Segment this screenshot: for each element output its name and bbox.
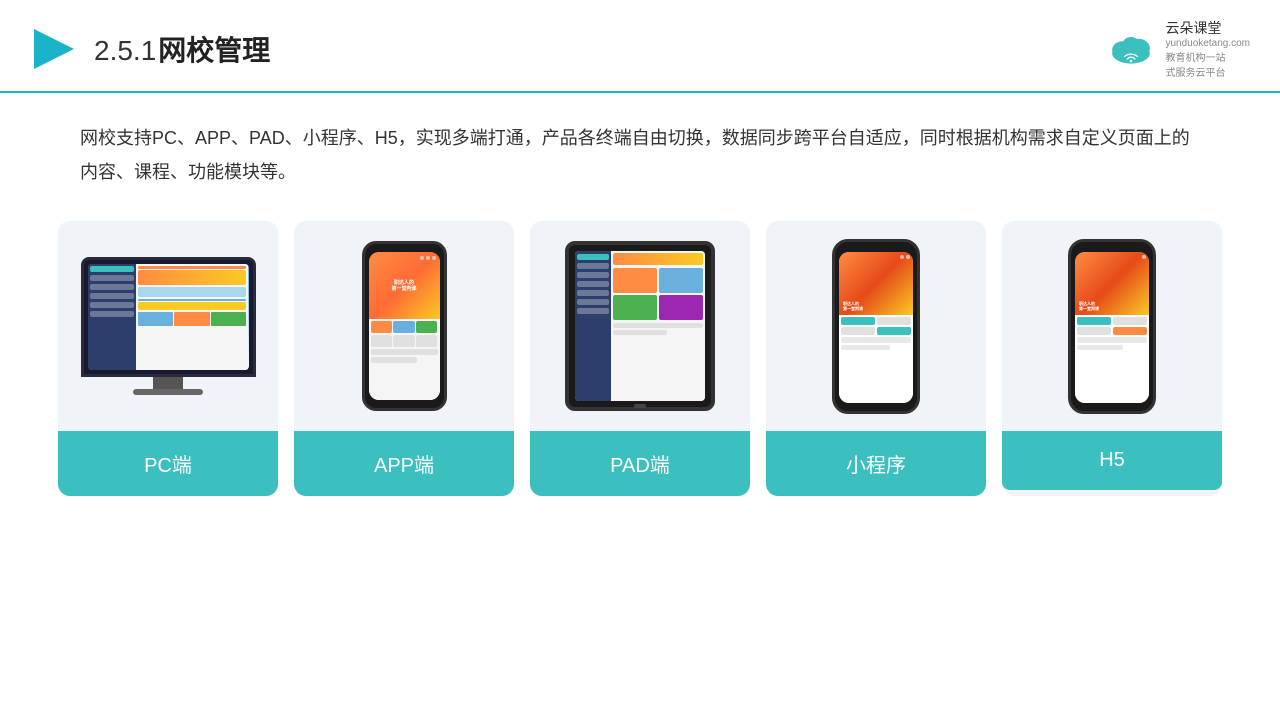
card-h5: 职达人的第一堂判课 [1002,221,1222,496]
header-left: 2.5.1网校管理 [30,25,270,73]
card-h5-image: 职达人的第一堂判课 [1002,221,1222,431]
phone-screen: 职达人的第一堂判课 [369,252,440,400]
app-phone-mockup: 职达人的第一堂判课 [362,241,447,411]
miniapp-notch [861,244,891,249]
monitor-screen-outer [81,257,256,377]
page-header: 2.5.1网校管理 云朵课堂 yunduoketang.com 教育机构一站 式… [0,0,1280,93]
tablet-card-4 [659,295,703,320]
miniapp-header-img: 职达人的第一堂判课 [839,252,913,315]
tablet-card-3 [613,295,657,320]
miniapp-phone-mockup: 职达人的第一堂判课 [832,239,920,414]
card-app-image: 职达人的第一堂判课 [294,221,514,431]
logo-text-block: 云朵课堂 yunduoketang.com 教育机构一站 式服务云平台 [1165,18,1250,79]
h5-header-img: 职达人的第一堂判课 [1075,252,1149,315]
h5-phone-mockup: 职达人的第一堂判课 [1068,239,1156,414]
tablet-card-2 [659,268,703,293]
tablet-mockup [565,241,715,411]
logo-tagline: 教育机构一站 式服务云平台 [1165,49,1250,79]
tablet-main-content [611,251,705,401]
cards-container: PC端 职达人的第一堂判课 [50,221,1230,496]
page-title: 2.5.1网校管理 [94,29,270,69]
logo-url: yunduoketang.com [1165,38,1250,49]
card-pc: PC端 [58,221,278,496]
monitor-stand [153,377,183,389]
card-pad-image [530,221,750,431]
tablet-home-button [634,404,646,408]
phone-header-image: 职达人的第一堂判课 [369,252,440,319]
card-pc-label: PC端 [58,431,278,496]
card-app: 职达人的第一堂判课 [294,221,514,496]
phone-notch [390,244,418,250]
description-text: 网校支持PC、APP、PAD、小程序、H5，实现多端打通，产品各终端自由切换，数… [80,121,1200,189]
miniapp-body [839,315,913,403]
play-icon [30,25,78,73]
monitor-screen-display [88,264,249,370]
pc-device-mockup [74,257,262,395]
h5-notch [1097,244,1127,249]
cloud-logo-icon [1105,31,1157,67]
miniapp-screen: 职达人的第一堂判课 [839,252,913,403]
tablet-content-grid [613,268,703,320]
decorative-dots [420,256,436,260]
card-h5-label: H5 [1002,431,1222,490]
logo-name: 云朵课堂 [1165,18,1250,38]
card-pad: PAD端 [530,221,750,496]
card-miniapp-image: 职达人的第一堂判课 [766,221,986,431]
card-app-label: APP端 [294,431,514,496]
card-miniapp-label: 小程序 [766,431,986,496]
card-pad-label: PAD端 [530,431,750,496]
tablet-header-bar [613,253,703,265]
card-pc-image [58,221,278,431]
monitor-base [133,389,203,395]
h5-body [1075,315,1149,403]
h5-screen: 职达人的第一堂判课 [1075,252,1149,403]
logo-area: 云朵课堂 yunduoketang.com 教育机构一站 式服务云平台 [1105,18,1250,79]
card-miniapp: 职达人的第一堂判课 [766,221,986,496]
tablet-sidebar [575,251,611,401]
tablet-screen [575,251,705,401]
phone-content-area [369,319,440,400]
tablet-card-1 [613,268,657,293]
